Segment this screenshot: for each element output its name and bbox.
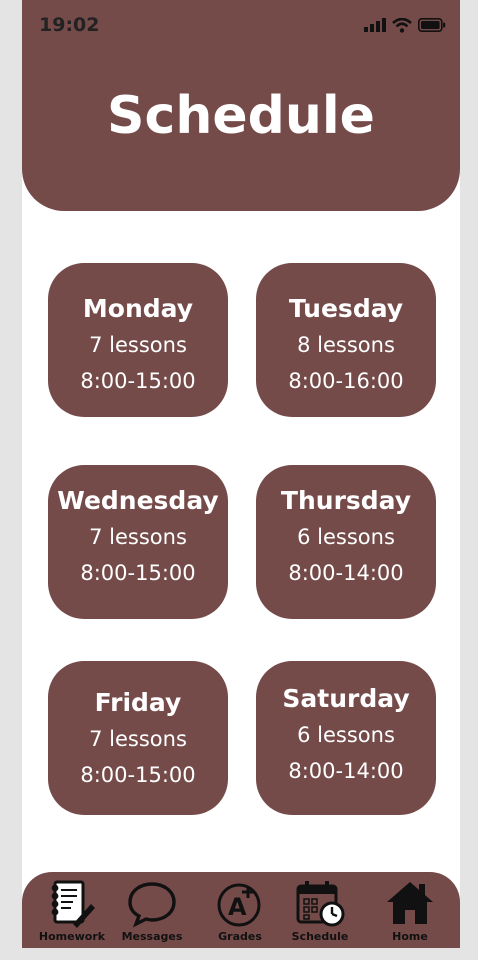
messages-icon [128, 882, 176, 928]
homework-icon [51, 880, 95, 928]
nav-label: Homework [38, 930, 106, 943]
day-name: Friday [94, 688, 182, 717]
lesson-count: 7 lessons [89, 727, 187, 751]
day-name: Tuesday [288, 294, 404, 323]
phone-screen: 19:02 Schedule Monday 7 lessons 8:00-15:… [22, 0, 460, 948]
day-name: Saturday [282, 684, 410, 713]
day-card-thursday[interactable]: Thursday 6 lessons 8:00-14:00 [256, 465, 436, 619]
day-card-saturday[interactable]: Saturday 6 lessons 8:00-14:00 [256, 661, 436, 815]
page-title: Schedule [107, 86, 375, 146]
bottom-nav: Homework Messages A Grades Schedule Home [22, 872, 460, 948]
school-hours: 8:00-14:00 [288, 561, 404, 585]
nav-label: Messages [121, 930, 183, 943]
lesson-count: 6 lessons [297, 723, 395, 747]
nav-grades[interactable]: A Grades [200, 878, 280, 943]
day-name: Thursday [280, 486, 412, 515]
header: 19:02 Schedule [22, 0, 460, 211]
lesson-count: 7 lessons [89, 525, 187, 549]
status-icons [364, 17, 446, 33]
lesson-count: 7 lessons [89, 333, 187, 357]
nav-label: Home [392, 930, 428, 943]
day-card-friday[interactable]: Friday 7 lessons 8:00-15:00 [48, 661, 228, 815]
school-hours: 8:00-15:00 [80, 369, 196, 393]
school-hours: 8:00-16:00 [288, 369, 404, 393]
battery-icon [418, 18, 446, 32]
day-name: Monday [82, 294, 194, 323]
nav-home[interactable]: Home [370, 878, 450, 943]
lesson-count: 6 lessons [297, 525, 395, 549]
svg-text:A: A [228, 893, 247, 921]
nav-messages[interactable]: Messages [112, 878, 192, 943]
nav-label: Grades [218, 930, 262, 943]
school-hours: 8:00-14:00 [288, 759, 404, 783]
day-name: Wednesday [57, 486, 219, 515]
lesson-count: 8 lessons [297, 333, 395, 357]
school-hours: 8:00-15:00 [80, 763, 196, 787]
wifi-icon [392, 17, 412, 33]
status-time: 19:02 [39, 14, 100, 36]
school-hours: 8:00-15:00 [80, 561, 196, 585]
nav-label: Schedule [291, 930, 349, 943]
nav-schedule[interactable]: Schedule [280, 878, 360, 943]
day-card-monday[interactable]: Monday 7 lessons 8:00-15:00 [48, 263, 228, 417]
day-card-wednesday[interactable]: Wednesday 7 lessons 8:00-15:00 [48, 465, 228, 619]
home-icon [387, 882, 433, 924]
signal-icon [364, 18, 386, 32]
day-card-tuesday[interactable]: Tuesday 8 lessons 8:00-16:00 [256, 263, 436, 417]
schedule-icon [296, 881, 345, 927]
nav-homework[interactable]: Homework [32, 878, 112, 943]
grades-icon: A [217, 883, 261, 927]
